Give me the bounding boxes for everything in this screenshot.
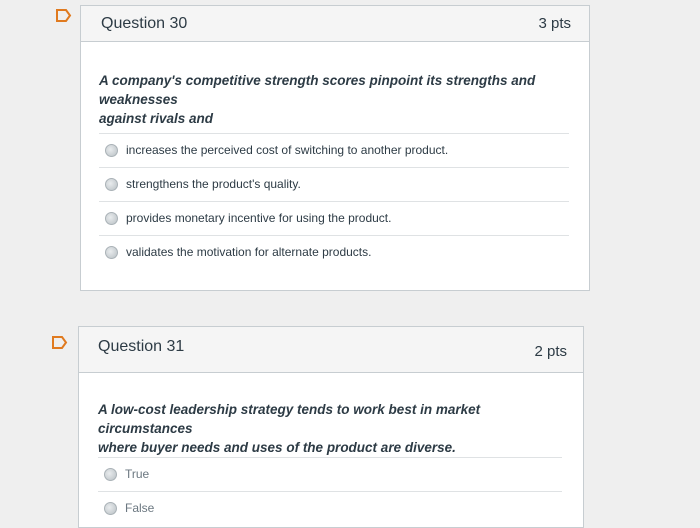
- radio-button[interactable]: [104, 501, 117, 515]
- answer-label: strengthens the product's quality.: [126, 177, 301, 191]
- radio-button[interactable]: [105, 177, 118, 191]
- radio-button[interactable]: [104, 467, 117, 481]
- question-title: Question 31: [98, 338, 185, 355]
- flag-question-icon[interactable]: [52, 336, 68, 349]
- answer-label: True: [125, 467, 150, 481]
- question-31-header: Question 31 2 pts: [79, 327, 583, 373]
- question-31-card: Question 31 2 pts A low-cost leadership …: [78, 326, 584, 528]
- question-30-header: Question 30 3 pts: [81, 6, 589, 42]
- question-text: A company's competitive strength scores …: [99, 73, 536, 126]
- answer-label: validates the motivation for alternate p…: [126, 245, 372, 259]
- question-points: 2 pts: [534, 343, 567, 360]
- radio-button[interactable]: [105, 143, 118, 157]
- answer-label: False: [125, 501, 155, 515]
- answer-option[interactable]: provides monetary incentive for using th…: [99, 201, 569, 234]
- answer-option[interactable]: increases the perceived cost of switchin…: [99, 133, 569, 166]
- radio-button[interactable]: [105, 245, 118, 259]
- question-text: A low-cost leadership strategy tends to …: [98, 402, 481, 455]
- answer-option[interactable]: True: [98, 457, 562, 490]
- answer-option[interactable]: False: [98, 491, 562, 524]
- flag-question-icon[interactable]: [56, 9, 72, 22]
- answer-option[interactable]: strengthens the product's quality.: [99, 167, 569, 200]
- question-30-card: Question 30 3 pts A company's competitiv…: [80, 5, 590, 291]
- question-title: Question 30: [101, 15, 188, 32]
- answer-label: increases the perceived cost of switchin…: [126, 143, 449, 157]
- answer-option[interactable]: validates the motivation for alternate p…: [99, 235, 569, 268]
- answer-label: provides monetary incentive for using th…: [126, 211, 392, 225]
- question-points: 3 pts: [538, 15, 571, 32]
- radio-button[interactable]: [105, 211, 118, 225]
